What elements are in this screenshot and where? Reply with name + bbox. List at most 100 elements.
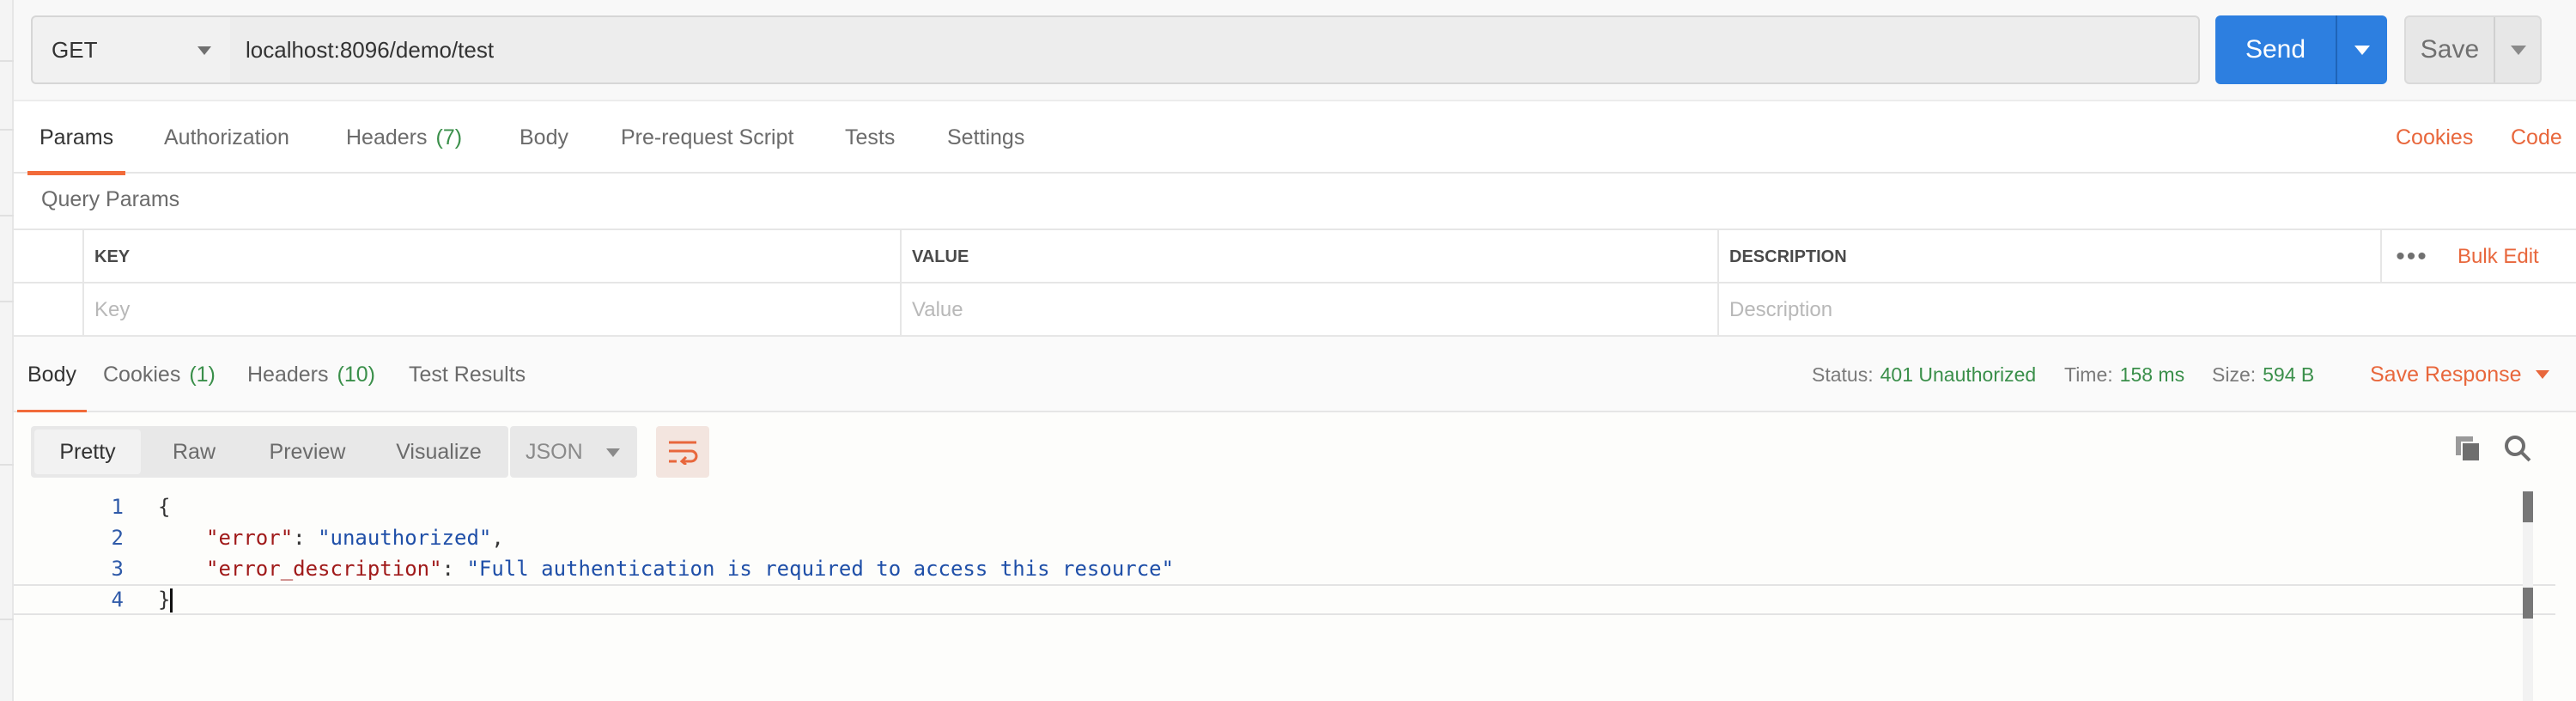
cookies-link[interactable]: Cookies <box>2396 101 2473 174</box>
code-line: 3 "error_description": "Full authenticat… <box>14 553 2555 584</box>
json-punct: , <box>491 526 504 550</box>
mode-preview-button[interactable]: Preview <box>246 430 369 474</box>
code-text: "error": "unauthorized", <box>206 526 504 550</box>
tab-response-body[interactable]: Body <box>17 337 87 414</box>
save-response-button[interactable]: Save Response <box>2370 337 2549 412</box>
method-select[interactable]: GET <box>31 15 232 84</box>
tab-label: Pre-request Script <box>621 125 794 149</box>
line-number: 3 <box>111 557 124 581</box>
tab-label: Tests <box>845 125 896 149</box>
chevron-down-icon <box>2535 370 2549 379</box>
tab-settings[interactable]: Settings <box>947 101 1024 174</box>
json-value: "unauthorized" <box>318 526 492 550</box>
tab-tests[interactable]: Tests <box>845 101 895 174</box>
status-label: Status: <box>1812 363 1874 386</box>
tab-label: Params <box>39 125 114 149</box>
tab-label: Headers <box>346 125 428 149</box>
copy-icon[interactable] <box>2452 433 2483 464</box>
request-url-bar: GET localhost:8096/demo/test Send Save <box>14 0 2576 101</box>
json-value: "Full authentication is required to acce… <box>466 557 1175 581</box>
tab-count: (7) <box>435 125 463 149</box>
query-params-table: KEY VALUE DESCRIPTION ••• Bulk Edit Key … <box>14 229 2576 337</box>
code-line-current: 4 } <box>14 584 2555 615</box>
language-label: JSON <box>526 439 583 464</box>
code-text: { <box>158 495 171 519</box>
line-number: 4 <box>111 588 124 612</box>
tab-label: Body <box>27 362 76 387</box>
tab-label: Test Results <box>409 362 526 387</box>
chevron-down-icon <box>2511 45 2526 55</box>
code-text: } <box>158 588 173 613</box>
search-icon[interactable] <box>2502 433 2533 464</box>
tab-test-results[interactable]: Test Results <box>409 337 526 412</box>
tab-pre-request-script[interactable]: Pre-request Script <box>621 101 793 174</box>
tab-response-cookies[interactable]: Cookies (1) <box>103 337 216 412</box>
time-value: 158 ms <box>2119 363 2185 386</box>
column-header-description: DESCRIPTION <box>1717 230 2380 283</box>
status-value: 401 Unauthorized <box>1880 363 2037 386</box>
url-value: localhost:8096/demo/test <box>246 36 495 63</box>
wrap-lines-button[interactable] <box>656 426 709 478</box>
table-row: Key Value Description <box>14 283 2576 337</box>
save-label: Save <box>2420 35 2480 64</box>
tab-authorization[interactable]: Authorization <box>164 101 289 174</box>
value-input[interactable]: Value <box>900 283 1717 337</box>
code-line: 2 "error": "unauthorized", <box>14 522 2555 553</box>
text-cursor <box>170 588 173 613</box>
send-button[interactable]: Send <box>2215 15 2387 84</box>
response-tabs: Body Cookies (1) Headers (10) Test Results… <box>14 337 2576 414</box>
size-readout: Size: 594 B <box>2212 337 2314 412</box>
key-input[interactable]: Key <box>82 283 900 337</box>
scrollbar-thumb[interactable] <box>2523 491 2533 522</box>
send-options-button[interactable] <box>2336 15 2387 84</box>
size-label: Size: <box>2212 363 2257 386</box>
query-params-title: Query Params <box>41 187 180 211</box>
line-number: 1 <box>111 495 124 519</box>
language-select[interactable]: JSON <box>510 426 637 478</box>
tab-response-headers[interactable]: Headers (10) <box>247 337 375 412</box>
tab-body[interactable]: Body <box>519 101 568 174</box>
url-input[interactable]: localhost:8096/demo/test <box>230 15 2200 84</box>
editor-scrollbar[interactable] <box>2523 491 2533 701</box>
save-options-button[interactable] <box>2494 17 2542 82</box>
left-edge-panel <box>0 0 14 701</box>
json-punct: } <box>158 587 171 612</box>
scrollbar-marker <box>2523 588 2533 619</box>
chevron-down-icon <box>606 448 620 457</box>
tab-label: Cookies <box>103 362 181 387</box>
column-header-value: VALUE <box>900 230 1717 283</box>
save-response-label: Save Response <box>2370 362 2522 387</box>
save-button[interactable]: Save <box>2404 15 2542 84</box>
tab-label: Settings <box>947 125 1025 149</box>
size-value: 594 B <box>2263 363 2315 386</box>
response-body: Pretty Raw Preview Visualize JSON 1 { 2 … <box>14 412 2576 701</box>
description-input[interactable]: Description <box>1717 283 2576 337</box>
tab-label: Body <box>519 125 568 149</box>
view-mode-group: Pretty Raw Preview Visualize <box>31 426 508 478</box>
send-label: Send <box>2245 35 2306 64</box>
json-key: "error_description" <box>206 557 442 581</box>
mode-pretty-button[interactable]: Pretty <box>34 430 141 474</box>
request-tabs: Params Authorization Headers (7) Body Pre… <box>14 101 2576 175</box>
tab-count: (10) <box>337 362 375 387</box>
code-text: "error_description": "Full authenticatio… <box>206 557 1175 581</box>
more-dots-icon[interactable]: ••• <box>2380 230 2442 283</box>
chevron-down-icon <box>2354 45 2370 55</box>
code-editor[interactable]: 1 { 2 "error": "unauthorized", 3 "error_… <box>14 491 2555 629</box>
tab-headers[interactable]: Headers (7) <box>346 101 462 174</box>
wrap-lines-icon <box>669 441 698 465</box>
status-readout: Status: 401 Unauthorized <box>1812 337 2036 412</box>
column-header-key: KEY <box>82 230 900 283</box>
line-number: 2 <box>111 526 124 550</box>
code-line: 1 { <box>14 491 2555 522</box>
mode-raw-button[interactable]: Raw <box>149 430 239 474</box>
chevron-down-icon <box>197 46 211 55</box>
code-link[interactable]: Code <box>2511 101 2562 174</box>
mode-visualize-button[interactable]: Visualize <box>374 430 503 474</box>
bulk-edit-link[interactable]: Bulk Edit <box>2458 230 2539 283</box>
method-label: GET <box>52 36 98 63</box>
time-label: Time: <box>2064 363 2113 386</box>
tab-params[interactable]: Params <box>27 101 126 175</box>
time-readout: Time: 158 ms <box>2064 337 2184 412</box>
tab-label: Authorization <box>164 125 289 149</box>
